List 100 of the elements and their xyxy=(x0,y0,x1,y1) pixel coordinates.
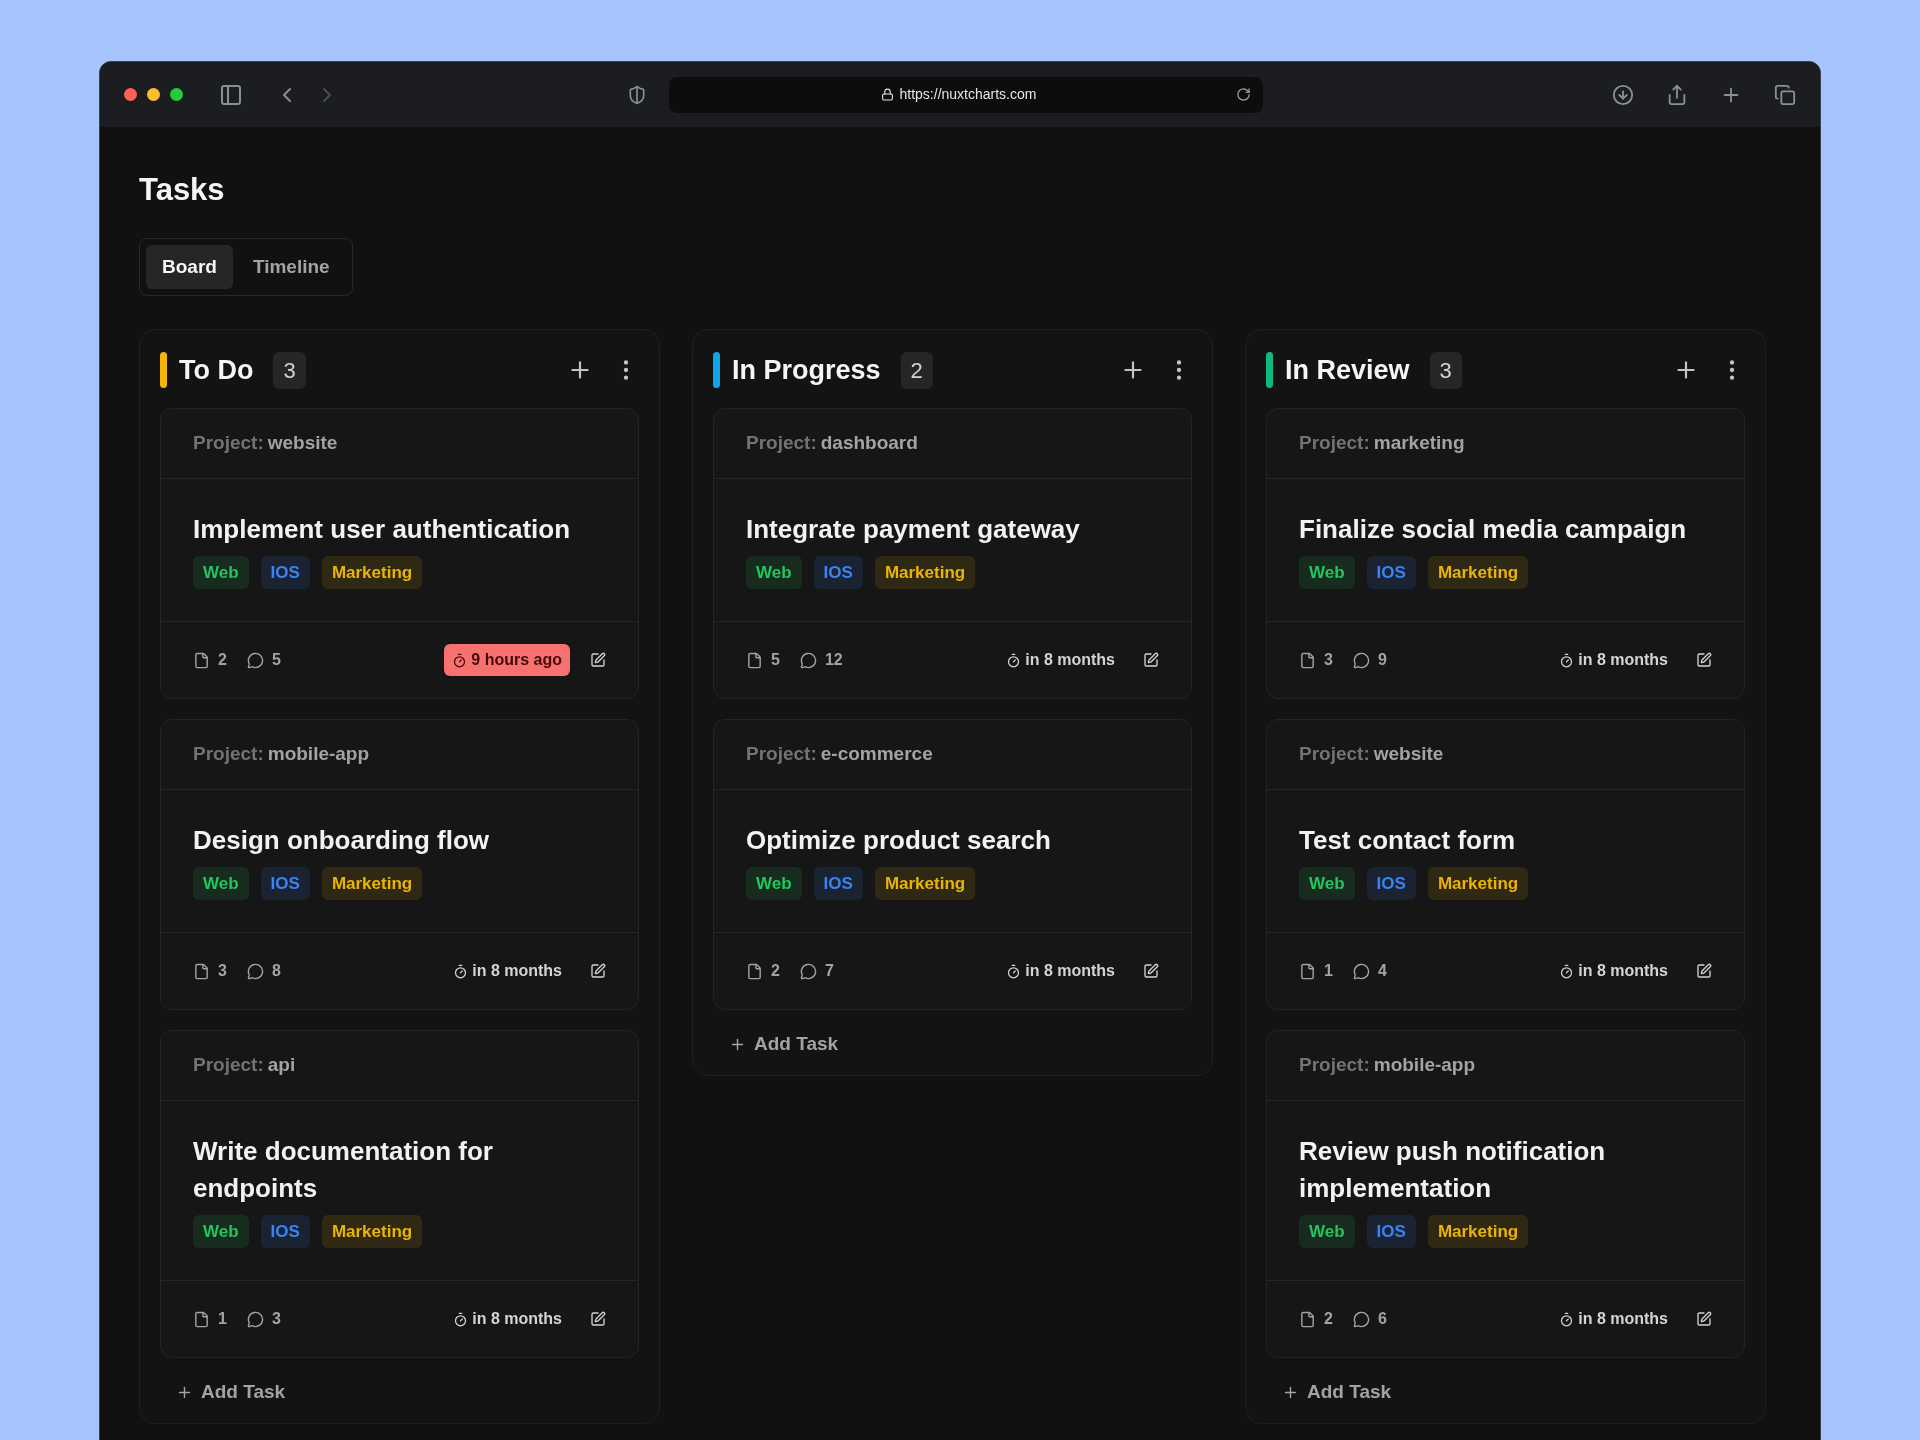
lock-icon xyxy=(880,88,894,101)
timer-icon xyxy=(1559,1311,1575,1327)
comment-count: 5 xyxy=(271,650,281,670)
due-text: 9 hours ago xyxy=(471,650,562,670)
edit-icon[interactable] xyxy=(1143,963,1159,979)
task-title: Test contact form xyxy=(1299,823,1517,857)
comment-count: 3 xyxy=(271,1309,281,1329)
comment-icon xyxy=(246,1310,264,1328)
tag: Web xyxy=(1299,866,1355,900)
tag: Marketing xyxy=(874,555,976,589)
tag: Marketing xyxy=(321,1214,423,1248)
column-title: In Review xyxy=(1285,353,1410,387)
file-count: 3 xyxy=(1324,650,1333,670)
edit-icon[interactable] xyxy=(1696,1311,1712,1327)
task-title: Integrate payment gateway xyxy=(746,512,1081,546)
project-name: marketing xyxy=(1373,431,1465,455)
share-icon[interactable] xyxy=(1666,83,1688,106)
tag: Web xyxy=(1299,1214,1355,1248)
project-name: e-commerce xyxy=(820,742,933,766)
file-count: 1 xyxy=(1324,961,1333,981)
page-title: Tasks xyxy=(139,171,226,209)
comment-icon xyxy=(799,962,817,980)
timer-icon xyxy=(1559,652,1575,668)
due-text: in 8 months xyxy=(472,1309,562,1329)
task-title: Finalize social media campaign xyxy=(1299,512,1688,546)
add-task-button[interactable]: Add Task xyxy=(1282,1378,1392,1407)
timer-icon xyxy=(1006,652,1022,668)
due-text: in 8 months xyxy=(1578,961,1668,981)
comment-icon xyxy=(1352,962,1370,980)
tag: IOS xyxy=(1366,866,1416,900)
edit-icon[interactable] xyxy=(1143,652,1159,668)
address-bar[interactable]: https://nuxtcharts.com xyxy=(669,76,1263,113)
project-name: mobile-app xyxy=(267,742,370,766)
due-text: in 8 months xyxy=(1025,961,1115,981)
tag: Marketing xyxy=(1427,555,1529,589)
edit-icon[interactable] xyxy=(1696,652,1712,668)
tag: IOS xyxy=(260,866,310,900)
comment-icon xyxy=(246,651,264,669)
due-text: in 8 months xyxy=(472,961,562,981)
view-tab[interactable]: Timeline xyxy=(236,244,346,289)
timer-icon xyxy=(453,963,469,979)
column-title: In Progress xyxy=(732,353,881,387)
due-text: in 8 months xyxy=(1578,650,1668,670)
project-label: Project: xyxy=(1299,1053,1370,1077)
due-text: in 8 months xyxy=(1578,1309,1668,1329)
tag: Marketing xyxy=(321,866,423,900)
view-tab[interactable]: Board xyxy=(146,244,233,289)
edit-icon[interactable] xyxy=(590,1311,606,1327)
task-title: Review push notification implementation xyxy=(1299,1134,1607,1205)
timer-icon xyxy=(452,652,468,668)
edit-icon[interactable] xyxy=(1696,963,1712,979)
tag: Web xyxy=(193,1214,249,1248)
tag: Web xyxy=(193,555,249,589)
comment-count: 7 xyxy=(824,961,834,981)
comment-icon xyxy=(799,651,817,669)
tabs-overview-icon[interactable] xyxy=(1774,83,1796,106)
add-task-button[interactable]: Add Task xyxy=(729,1030,839,1059)
edit-icon[interactable] xyxy=(590,963,606,979)
tag: IOS xyxy=(260,1214,310,1248)
timer-icon xyxy=(453,1311,469,1327)
project-name: website xyxy=(267,431,338,455)
file-count: 2 xyxy=(771,961,780,981)
shield-icon[interactable] xyxy=(627,84,647,105)
edit-icon[interactable] xyxy=(590,652,606,668)
download-icon[interactable] xyxy=(1612,83,1634,106)
project-label: Project: xyxy=(1299,431,1370,455)
tag: Web xyxy=(746,555,802,589)
file-icon xyxy=(746,651,763,669)
comment-count: 12 xyxy=(824,650,843,670)
project-label: Project: xyxy=(1299,742,1370,766)
due-text: in 8 months xyxy=(1025,650,1115,670)
comment-count: 8 xyxy=(271,961,281,981)
comment-count: 9 xyxy=(1377,650,1387,670)
comment-count: 4 xyxy=(1377,961,1387,981)
file-count: 1 xyxy=(218,1309,227,1329)
url-text: https://nuxtcharts.com xyxy=(899,85,1037,104)
project-name: api xyxy=(267,1053,296,1077)
project-label: Project: xyxy=(193,431,264,455)
sidebar-icon[interactable] xyxy=(219,82,243,107)
file-count: 3 xyxy=(218,961,227,981)
file-count: 2 xyxy=(218,650,227,670)
file-icon xyxy=(1299,651,1316,669)
reload-icon[interactable] xyxy=(1236,87,1251,102)
project-name: website xyxy=(1373,742,1444,766)
task-title: Optimize product search xyxy=(746,823,1052,857)
tag: IOS xyxy=(260,555,310,589)
comment-count: 6 xyxy=(1377,1309,1387,1329)
task-count: 3 xyxy=(1429,351,1462,389)
file-icon xyxy=(1299,962,1316,980)
tag: Web xyxy=(1299,555,1355,589)
task-count: 2 xyxy=(900,351,933,389)
project-label: Project: xyxy=(746,742,817,766)
file-icon xyxy=(193,651,210,669)
tag: IOS xyxy=(1366,1214,1416,1248)
tag: IOS xyxy=(1366,555,1416,589)
task-count: 3 xyxy=(273,351,306,389)
project-label: Project: xyxy=(746,431,817,455)
add-task-button[interactable]: Add Task xyxy=(176,1378,286,1407)
file-icon xyxy=(193,1310,210,1328)
tag: Web xyxy=(746,866,802,900)
